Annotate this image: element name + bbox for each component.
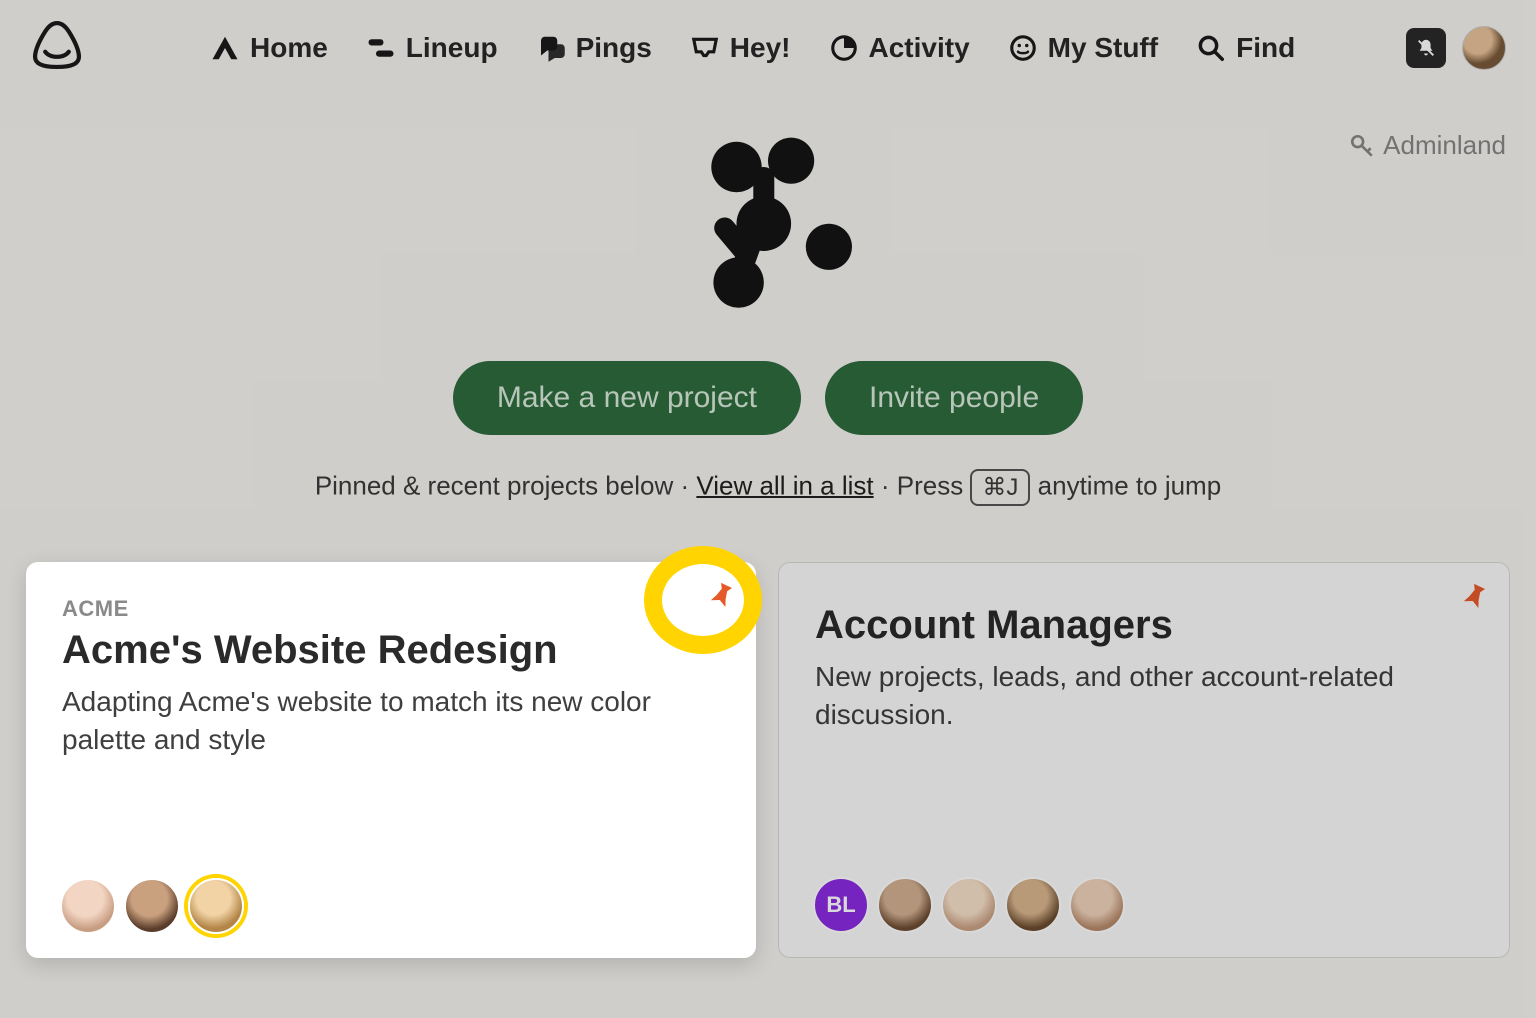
lineup-icon	[366, 33, 396, 63]
key-icon	[1349, 133, 1375, 159]
clock-icon	[829, 33, 859, 63]
smile-icon	[1008, 33, 1038, 63]
project-title: Account Managers	[815, 603, 1473, 648]
top-nav: Home Lineup Pings Hey! Activity My Stuff…	[0, 0, 1536, 95]
nav-label: Lineup	[406, 32, 498, 64]
project-desc: New projects, leads, and other account-r…	[815, 658, 1473, 734]
member-avatar[interactable]	[188, 878, 244, 934]
invite-people-button[interactable]: Invite people	[825, 361, 1083, 435]
adminland-link[interactable]: Adminland	[1349, 130, 1506, 161]
user-avatar[interactable]	[1462, 26, 1506, 70]
project-card-account-managers[interactable]: Account Managers New projects, leads, an…	[778, 562, 1510, 958]
nav-pings[interactable]: Pings	[536, 32, 652, 64]
search-icon	[1196, 33, 1226, 63]
bell-off-icon	[1415, 37, 1437, 59]
inbox-icon	[690, 33, 720, 63]
nav-label: My Stuff	[1048, 32, 1158, 64]
member-avatar-initials[interactable]: BL	[813, 877, 869, 933]
notifications-button[interactable]	[1406, 28, 1446, 68]
kbd-shortcut: ⌘J	[970, 469, 1030, 506]
nav-label: Activity	[869, 32, 970, 64]
nav-home[interactable]: Home	[210, 32, 328, 64]
project-cards: ACME Acme's Website Redesign Adapting Ac…	[0, 506, 1536, 958]
project-members	[60, 878, 244, 934]
chat-icon	[536, 33, 566, 63]
member-avatar[interactable]	[941, 877, 997, 933]
member-avatar[interactable]	[124, 878, 180, 934]
nav-hey[interactable]: Hey!	[690, 32, 791, 64]
app-logo[interactable]	[30, 18, 84, 77]
company-logo	[0, 125, 1536, 335]
nav-label: Find	[1236, 32, 1295, 64]
pin-icon[interactable]	[704, 578, 738, 617]
project-members: BL	[813, 877, 1125, 933]
new-project-button[interactable]: Make a new project	[453, 361, 801, 435]
nav-activity[interactable]: Activity	[829, 32, 970, 64]
member-avatar[interactable]	[877, 877, 933, 933]
nav-label: Hey!	[730, 32, 791, 64]
member-avatar[interactable]	[1005, 877, 1061, 933]
project-desc: Adapting Acme's website to match its new…	[62, 683, 720, 759]
primary-actions: Make a new project Invite people	[0, 361, 1536, 435]
tent-icon	[210, 33, 240, 63]
pin-icon[interactable]	[1457, 579, 1491, 618]
member-avatar[interactable]	[1069, 877, 1125, 933]
member-avatar[interactable]	[60, 878, 116, 934]
nav-label: Pings	[576, 32, 652, 64]
nav-lineup[interactable]: Lineup	[366, 32, 498, 64]
project-title: Acme's Website Redesign	[62, 628, 720, 673]
nav-mystuff[interactable]: My Stuff	[1008, 32, 1158, 64]
nav-label: Home	[250, 32, 328, 64]
view-all-link[interactable]: View all in a list	[696, 470, 873, 500]
adminland-label: Adminland	[1383, 130, 1506, 161]
projects-hint: Pinned & recent projects below · View al…	[0, 469, 1536, 506]
project-card-acme[interactable]: ACME Acme's Website Redesign Adapting Ac…	[26, 562, 756, 958]
project-client: ACME	[62, 596, 720, 622]
nav-find[interactable]: Find	[1196, 32, 1295, 64]
